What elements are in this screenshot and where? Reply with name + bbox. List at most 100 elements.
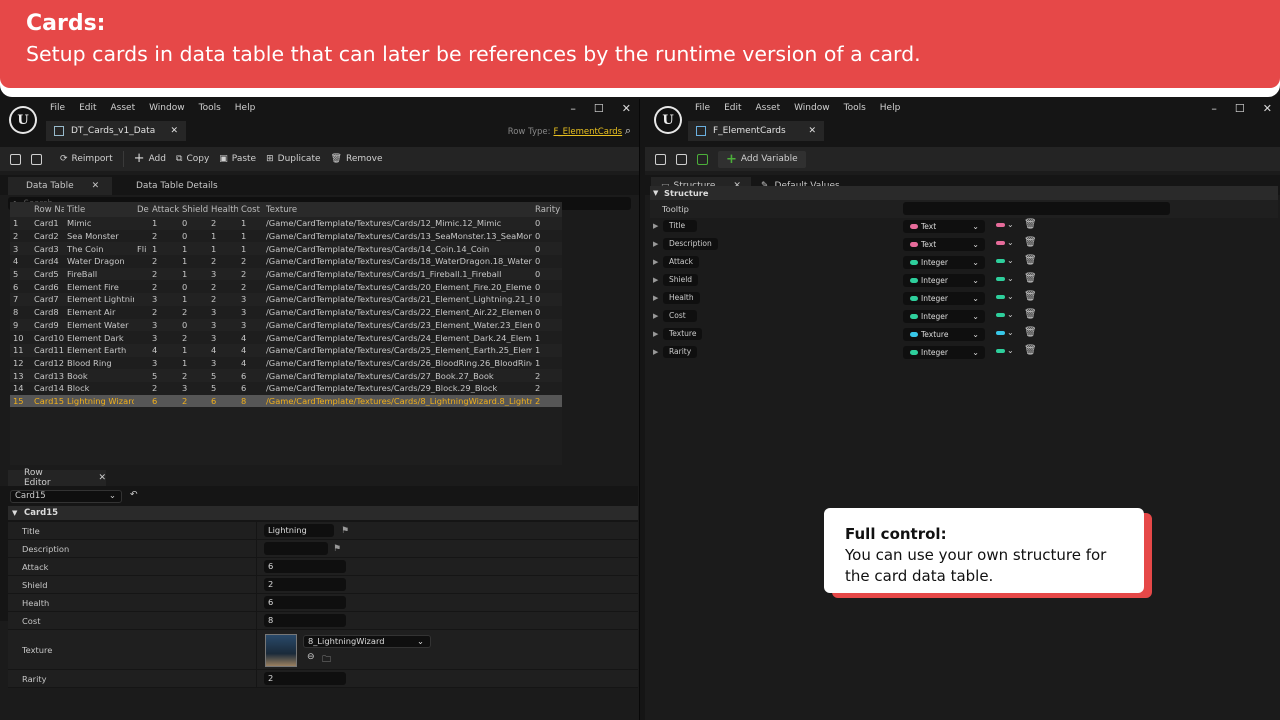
container-type-icon[interactable] [996, 241, 1005, 245]
menu-file[interactable]: File [695, 103, 710, 113]
table-row[interactable]: 2 Card2 Sea Monster 2 0 1 1/Game/CardTemplate/… [10, 230, 562, 243]
shield-input[interactable]: 2 [264, 578, 346, 591]
table-row[interactable]: 9 Card9 Element Water 3 0 3 3/Game/CardTemplat… [10, 318, 562, 332]
field-name-input[interactable]: Rarity [663, 346, 698, 358]
column-header[interactable]: Shield [179, 205, 208, 215]
trash-icon[interactable]: 🗑 [1024, 345, 1037, 356]
menu-file[interactable]: File [50, 103, 65, 113]
texture-thumbnail[interactable] [265, 634, 297, 667]
chevron-down-icon[interactable]: ⌄ [1007, 274, 1014, 283]
menu-asset[interactable]: Asset [111, 103, 136, 113]
save-icon[interactable] [655, 153, 666, 165]
browse-icon[interactable] [31, 153, 42, 165]
menu-window[interactable]: Window [794, 103, 830, 113]
close-tab-icon[interactable]: ✕ [170, 126, 178, 136]
container-type-icon[interactable] [996, 295, 1005, 299]
rarity-input[interactable]: 2 [264, 672, 346, 685]
duplicate-button[interactable]: ⊞ Duplicate [266, 154, 320, 164]
trash-icon[interactable]: 🗑 [1024, 255, 1037, 266]
row-select-dropdown[interactable]: Card15 ⌄ [10, 490, 122, 503]
menu-help[interactable]: Help [235, 103, 256, 113]
field-name-input[interactable]: Health [663, 292, 700, 304]
search-icon[interactable]: ⌕ [625, 124, 631, 137]
menu-help[interactable]: Help [880, 103, 901, 113]
flag-icon[interactable]: ⚑ [333, 544, 341, 554]
table-row[interactable]: 15 Card15 Lightning Wizard 6 2 6 8/Game/CardTe… [10, 394, 562, 408]
field-name-input[interactable]: Shield [663, 274, 699, 286]
close-tab-icon[interactable]: ✕ [92, 181, 100, 191]
health-input[interactable]: 6 [264, 596, 346, 609]
use-selected-icon[interactable]: ⊖ [307, 652, 315, 662]
chevron-down-icon[interactable]: ⌄ [1007, 310, 1014, 319]
save-icon[interactable] [10, 153, 21, 165]
column-header[interactable]: De [134, 205, 149, 215]
expand-arrow-icon[interactable]: ▶ [653, 294, 658, 302]
expand-arrow-icon[interactable]: ▶ [653, 330, 658, 338]
row-type-link[interactable]: F_ElementCards [553, 127, 622, 137]
close-tab-icon[interactable]: ✕ [98, 473, 106, 483]
table-row[interactable]: 5 Card5 FireBall 2 1 3 2/Game/CardTemplate/Tex… [10, 267, 562, 281]
table-row[interactable]: 1 Card1 Mimic 1 0 2 1/Game/CardTemplate/Textur… [10, 217, 562, 230]
column-header[interactable]: Rarity [532, 205, 562, 215]
column-header[interactable]: Row Nai [31, 205, 64, 215]
paste-button[interactable]: ▣ Paste [219, 154, 256, 164]
maximize-icon[interactable]: ☐ [1235, 102, 1245, 115]
chevron-down-icon[interactable]: ⌄ [1007, 220, 1014, 229]
chevron-down-icon[interactable]: ⌄ [1007, 238, 1014, 247]
browse-icon[interactable]: 🗀 [322, 652, 331, 668]
structure-section-header[interactable]: ▼ Structure [650, 186, 1278, 200]
column-header[interactable]: Title [64, 205, 134, 215]
expand-arrow-icon[interactable]: ▶ [653, 276, 658, 284]
expand-arrow-icon[interactable]: ▶ [653, 240, 658, 248]
field-type-dropdown[interactable]: Text ⌄ [903, 220, 985, 233]
field-name-input[interactable]: Attack [663, 256, 699, 268]
minimize-icon[interactable]: – [1211, 102, 1217, 115]
table-row[interactable]: 8 Card8 Element Air 2 2 3 3/Game/CardTemplate/… [10, 306, 562, 319]
tooltip-input[interactable] [903, 202, 1170, 215]
table-row[interactable]: 11 Card11 Element Earth 4 1 4 4/Game/CardTempl… [10, 343, 562, 357]
field-name-input[interactable]: Description [663, 238, 718, 250]
chevron-down-icon[interactable]: ⌄ [1007, 346, 1014, 355]
table-row[interactable]: 12 Card12 Blood Ring 3 1 3 4/Game/CardTemplate… [10, 357, 562, 370]
container-type-icon[interactable] [996, 313, 1005, 317]
maximize-icon[interactable]: ☐ [594, 102, 604, 115]
minimize-icon[interactable]: – [570, 102, 576, 115]
column-header[interactable]: Cost [238, 205, 263, 215]
title-input[interactable]: Lightning Wizard [264, 524, 334, 548]
menu-tools[interactable]: Tools [844, 103, 866, 113]
table-row[interactable]: 10 Card10 Element Dark 3 2 3 4/Game/CardTempla… [10, 331, 562, 344]
column-header[interactable]: Texture [263, 205, 532, 215]
container-type-icon[interactable] [996, 223, 1005, 227]
tab-data-table[interactable]: Data Table ✕ [8, 177, 112, 195]
close-window-icon[interactable]: ✕ [622, 102, 631, 115]
browse-icon[interactable] [676, 153, 687, 165]
field-type-dropdown[interactable]: Integer ⌄ [903, 256, 985, 269]
close-tab-icon[interactable]: ✕ [808, 126, 816, 136]
field-type-dropdown[interactable]: Text ⌄ [903, 238, 985, 251]
description-input[interactable] [264, 542, 328, 555]
field-type-dropdown[interactable]: Integer ⌄ [903, 310, 985, 323]
reimport-button[interactable]: ⟳ Reimport [60, 154, 113, 164]
trash-icon[interactable]: 🗑 [1024, 219, 1037, 230]
table-row[interactable]: 3 Card3 The Coin Fli 1 1 1 1/Game/CardTemplate/… [10, 242, 562, 256]
column-header[interactable]: Health [208, 205, 238, 215]
expand-arrow-icon[interactable]: ▶ [653, 348, 658, 356]
add-variable-button[interactable]: + Add Variable [718, 150, 806, 168]
field-type-dropdown[interactable]: Integer ⌄ [903, 346, 985, 359]
trash-icon[interactable]: 🗑 [1024, 327, 1037, 338]
tab-data-table-details[interactable]: Data Table Details [126, 177, 228, 195]
expand-arrow-icon[interactable]: ▶ [653, 258, 658, 266]
menu-edit[interactable]: Edit [724, 103, 741, 113]
chevron-down-icon[interactable]: ⌄ [1007, 292, 1014, 301]
field-name-input[interactable]: Title [663, 220, 697, 232]
field-type-dropdown[interactable]: Integer ⌄ [903, 274, 985, 287]
table-row[interactable]: 7 Card7 Element Lightning 3 1 2 3/Game/CardTem… [10, 293, 562, 306]
trash-icon[interactable]: 🗑 [1024, 309, 1037, 320]
trash-icon[interactable]: 🗑 [1024, 237, 1037, 248]
document-tab[interactable]: DT_Cards_v1_Data ✕ [46, 119, 186, 141]
table-row[interactable]: 4 Card4 Water Dragon 2 1 2 2/Game/CardTemplate… [10, 255, 562, 268]
container-type-icon[interactable] [996, 259, 1005, 263]
add-button[interactable]: + Add [134, 152, 166, 165]
menu-tools[interactable]: Tools [199, 103, 221, 113]
document-tab[interactable]: F_ElementCards ✕ [688, 119, 824, 141]
